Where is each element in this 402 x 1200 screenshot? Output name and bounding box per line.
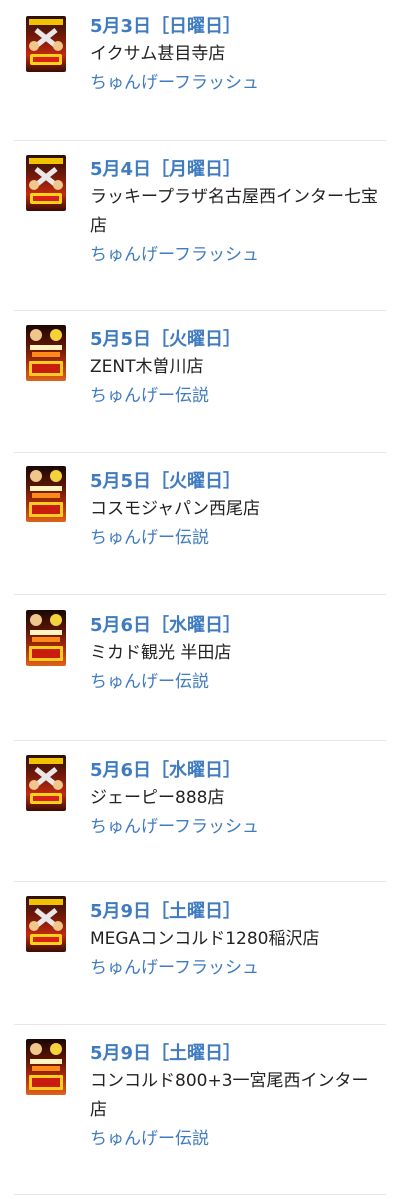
store-name: ミカド観光 半田店: [90, 643, 232, 663]
list-item: 5月5日［火曜日］ コスモジャパン西尾店 ちゅんげー伝説: [14, 453, 386, 595]
event-link[interactable]: ちゅんげーフラッシュ: [90, 813, 382, 841]
flash-poster-thumbnail[interactable]: [26, 755, 66, 811]
event-link[interactable]: ちゅんげーフラッシュ: [90, 954, 382, 982]
store-name: ジェーピー888店: [90, 788, 225, 808]
store-name: コンコルド800+3一宮尾西インター店: [90, 1071, 369, 1120]
store-name: ZENT木曽川店: [90, 357, 204, 377]
list-item: 5月9日［土曜日］ MEGAコンコルド1280稲沢店 ちゅんげーフラッシュ: [14, 882, 386, 1025]
event-link[interactable]: ちゅんげーフラッシュ: [90, 241, 382, 269]
event-link[interactable]: ちゅんげーフラッシュ: [90, 69, 382, 97]
event-date: 5月5日［火曜日］: [90, 329, 242, 350]
event-date: 5月3日［日曜日］: [90, 16, 242, 37]
list-item: 5月6日［水曜日］ ミカド観光 半田店 ちゅんげー伝説: [14, 595, 386, 741]
list-item: 5月3日［日曜日］ イクサム甚目寺店 ちゅんげーフラッシュ: [14, 0, 386, 141]
list-item: 5月6日［水曜日］ ジェーピー888店 ちゅんげーフラッシュ: [14, 741, 386, 882]
event-date: 5月6日［水曜日］: [90, 760, 242, 781]
store-name: MEGAコンコルド1280稲沢店: [90, 929, 320, 949]
event-link[interactable]: ちゅんげー伝説: [90, 668, 382, 696]
event-date: 5月4日［月曜日］: [90, 159, 242, 180]
list-item: 5月9日［土曜日］ コンコルド800+3一宮尾西インター店 ちゅんげー伝説: [14, 1025, 386, 1195]
flash-poster-thumbnail[interactable]: [26, 16, 66, 72]
event-date: 5月9日［土曜日］: [90, 1043, 242, 1064]
list-item: 5月4日［月曜日］ ラッキープラザ名古屋西インター七宝店 ちゅんげーフラッシュ: [14, 141, 386, 311]
list-item: 5月5日［火曜日］ ZENT木曽川店 ちゅんげー伝説: [14, 311, 386, 453]
event-link[interactable]: ちゅんげー伝説: [90, 524, 382, 552]
legend-poster-thumbnail[interactable]: [26, 610, 66, 666]
legend-poster-thumbnail[interactable]: [26, 1039, 66, 1095]
store-name: イクサム甚目寺店: [90, 44, 226, 64]
flash-poster-thumbnail[interactable]: [26, 155, 66, 211]
legend-poster-thumbnail[interactable]: [26, 325, 66, 381]
event-date: 5月5日［火曜日］: [90, 471, 242, 492]
store-name: コスモジャパン西尾店: [90, 499, 260, 519]
event-list: 5月3日［日曜日］ イクサム甚目寺店 ちゅんげーフラッシュ 5月4日［月曜日］ …: [0, 0, 402, 1195]
event-date: 5月6日［水曜日］: [90, 615, 242, 636]
event-link[interactable]: ちゅんげー伝説: [90, 1125, 382, 1153]
flash-poster-thumbnail[interactable]: [26, 896, 66, 952]
store-name: ラッキープラザ名古屋西インター七宝店: [90, 187, 378, 236]
event-link[interactable]: ちゅんげー伝説: [90, 382, 382, 410]
legend-poster-thumbnail[interactable]: [26, 466, 66, 522]
event-date: 5月9日［土曜日］: [90, 901, 242, 922]
